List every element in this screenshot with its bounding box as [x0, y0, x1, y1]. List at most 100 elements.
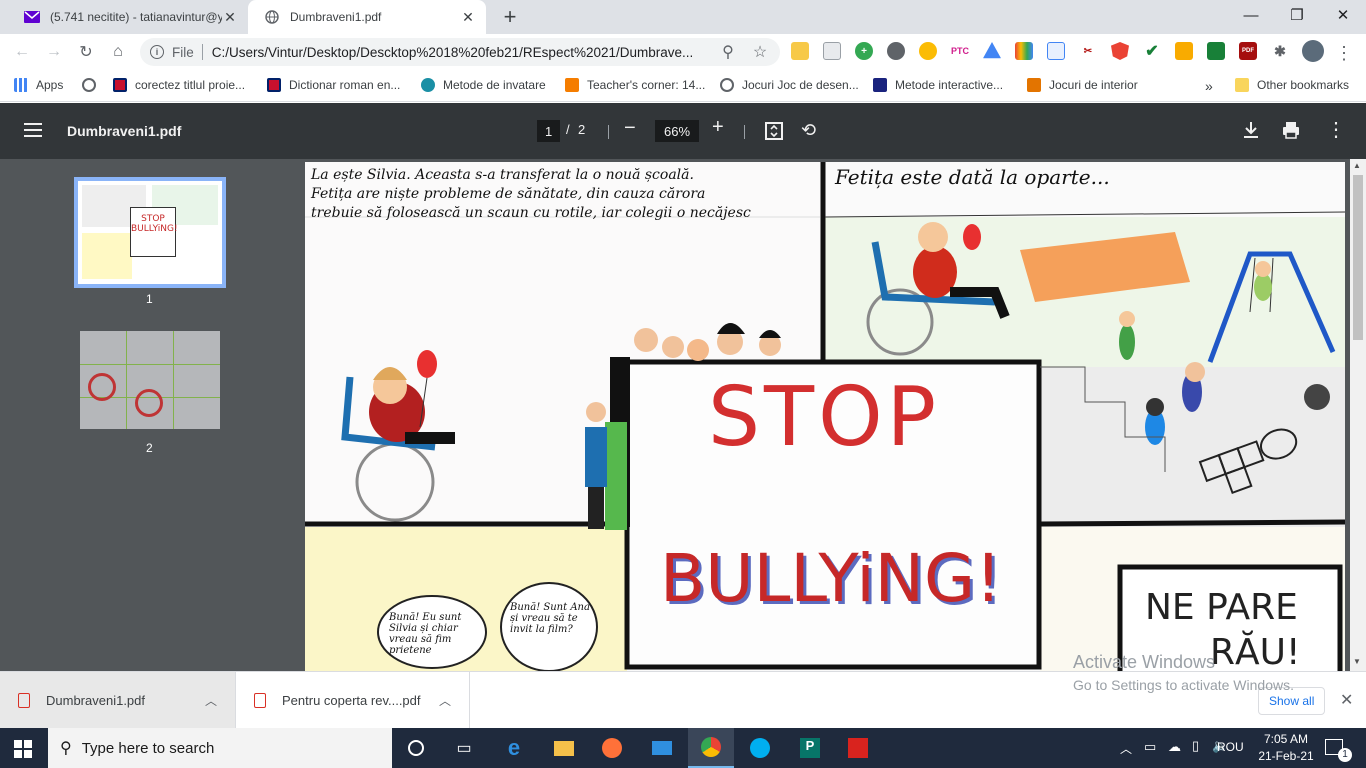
sheet-extension-icon[interactable]: [1207, 42, 1225, 60]
plus-extension-icon[interactable]: +: [855, 42, 873, 60]
file-explorer-icon[interactable]: [550, 734, 578, 762]
cortana-icon[interactable]: [402, 734, 430, 762]
browser-toolbar: ← → ↻ ⌂ i File C:/Users/Vintur/Desktop/D…: [0, 34, 1366, 70]
zoom-icon[interactable]: ⚲: [716, 40, 740, 64]
info-icon[interactable]: i: [150, 45, 164, 59]
thumbnail-label: 1: [146, 292, 153, 306]
check-extension-icon[interactable]: ✔: [1143, 42, 1161, 60]
clock-extension-icon[interactable]: [919, 42, 937, 60]
publisher-icon[interactable]: P: [796, 734, 824, 762]
bookmark-apps[interactable]: Apps: [14, 78, 63, 92]
more-options-icon[interactable]: ⋮: [1326, 117, 1346, 142]
download-item[interactable]: Dumbraveni1.pdf ︿: [0, 672, 236, 729]
battery-icon[interactable]: ▭: [1144, 739, 1156, 755]
mail-icon[interactable]: [648, 734, 676, 762]
zoom-level-input[interactable]: 66%: [655, 120, 699, 142]
chrome-taskbar-item[interactable]: [688, 728, 734, 768]
clock-date[interactable]: 21-Feb-21: [1254, 749, 1318, 763]
back-button[interactable]: ←: [10, 40, 34, 64]
thumbnail-page-1[interactable]: STOP BULLYiNG!: [74, 177, 226, 288]
menu-dots-icon[interactable]: ⋮: [1332, 41, 1356, 65]
rotate-icon[interactable]: ⟲: [801, 120, 816, 141]
chrome-icon: [701, 737, 721, 757]
stop-text: STOP: [708, 370, 941, 465]
globe-icon: [264, 9, 280, 25]
color-extension-icon[interactable]: [1015, 42, 1033, 60]
print-icon[interactable]: [1282, 121, 1300, 142]
zoom-out-button[interactable]: −: [624, 117, 636, 140]
scroll-thumb[interactable]: [1353, 175, 1363, 340]
tray-chevron-icon[interactable]: ︿: [1120, 740, 1132, 757]
bookmark-globe[interactable]: [82, 78, 96, 92]
other-bookmarks[interactable]: Other bookmarks: [1235, 78, 1349, 92]
firefox-icon[interactable]: [598, 734, 626, 762]
puzzle-extensions-icon[interactable]: ✱: [1271, 42, 1289, 60]
thumbnail-sidebar: STOP BULLYiNG! 1 2: [0, 159, 300, 671]
chevron-up-icon[interactable]: ︿: [205, 692, 217, 709]
task-view-icon[interactable]: ▭: [450, 734, 478, 762]
zoom-in-button[interactable]: +: [712, 116, 724, 139]
bookmark-4[interactable]: Teacher's corner: 14...: [565, 78, 705, 92]
bookmark-label: Apps: [36, 78, 64, 92]
globe-icon: [82, 78, 96, 92]
pdf-extension-icon[interactable]: PDF: [1239, 42, 1257, 60]
clock-time[interactable]: 7:05 AM: [1256, 732, 1316, 746]
profile-avatar[interactable]: [1302, 40, 1324, 62]
close-tab-icon[interactable]: ✕: [460, 9, 476, 26]
acrobat-icon[interactable]: [844, 734, 872, 762]
chevron-up-icon[interactable]: ︿: [439, 692, 451, 709]
reader-extension-icon[interactable]: [823, 42, 841, 60]
divider: [201, 44, 203, 60]
bookmark-star-icon[interactable]: ☆: [748, 40, 772, 64]
close-window-button[interactable]: ✕: [1320, 0, 1366, 30]
cloud-icon[interactable]: ☁: [1168, 739, 1181, 755]
pdf-title: Dumbraveni1.pdf: [67, 123, 182, 139]
scissors-extension-icon[interactable]: ✂: [1079, 42, 1097, 60]
bookmark-1[interactable]: corectez titlul proie...: [113, 78, 245, 92]
bookmark-5[interactable]: Jocuri Joc de desen...: [720, 78, 859, 92]
home-button[interactable]: ⌂: [106, 40, 130, 64]
scrollbar[interactable]: ▲ ▼: [1350, 159, 1366, 671]
caption-line: trebuie să folosească un scaun cu rotile…: [311, 205, 751, 221]
new-tab-button[interactable]: +: [498, 4, 522, 30]
close-tab-icon[interactable]: ✕: [222, 9, 238, 26]
restore-button[interactable]: ❐: [1274, 0, 1320, 30]
forward-button[interactable]: →: [42, 40, 66, 64]
thumbnail-page-2[interactable]: [80, 331, 220, 429]
network-icon[interactable]: ▯: [1192, 738, 1199, 754]
bookmark-7[interactable]: Jocuri de interior: [1027, 78, 1138, 92]
bookmark-2[interactable]: Dictionar roman en...: [267, 78, 400, 92]
download-item[interactable]: Pentru coperta rev....pdf ︿: [236, 672, 470, 729]
download-icon[interactable]: [1243, 121, 1259, 142]
skype-icon[interactable]: [746, 734, 774, 762]
scroll-down-icon[interactable]: ▼: [1353, 657, 1361, 666]
circle-extension-icon[interactable]: [887, 42, 905, 60]
address-bar[interactable]: i File C:/Users/Vintur/Desktop/Descktop%…: [140, 38, 780, 66]
windows-start-icon[interactable]: [14, 740, 32, 761]
minimize-button[interactable]: —: [1228, 0, 1274, 30]
more-bookmarks-button[interactable]: »: [1205, 78, 1213, 94]
shield-extension-icon[interactable]: [1047, 42, 1065, 60]
bookmark-6[interactable]: Metode interactive...: [873, 78, 1003, 92]
reload-button[interactable]: ↻: [74, 40, 98, 64]
thumbs-up-extension-icon[interactable]: [791, 42, 809, 60]
blogger-icon: [565, 78, 579, 92]
scroll-up-icon[interactable]: ▲: [1353, 161, 1361, 170]
sidebar-menu-icon[interactable]: [24, 123, 42, 137]
taskbar-search-box[interactable]: ⚲ Type here to search: [48, 728, 392, 768]
pdf-file-icon: [254, 693, 266, 708]
bookmark-3[interactable]: Metode de invatare: [421, 78, 546, 92]
download-filename: Pentru coperta rev....pdf: [282, 693, 421, 708]
page-number-input[interactable]: 1: [537, 120, 561, 142]
language-indicator[interactable]: ROU: [1217, 740, 1244, 754]
ptc-extension-icon[interactable]: PTC: [951, 42, 969, 60]
edge-icon[interactable]: e: [500, 734, 528, 762]
fit-page-icon[interactable]: [765, 122, 783, 143]
tab-pdf[interactable]: Dumbraveni1.pdf ✕: [248, 0, 486, 34]
grid-extension-icon[interactable]: [1175, 42, 1193, 60]
url-text[interactable]: C:/Users/Vintur/Desktop/Descktop%2018%20…: [212, 45, 712, 60]
close-download-bar-icon[interactable]: ✕: [1340, 690, 1353, 710]
pdf-viewer[interactable]: La ește Silvia. Aceasta s-a transferat l…: [300, 159, 1350, 671]
tab-yahoo-mail[interactable]: (5.741 necitite) - tatianavintur@y ✕: [8, 0, 248, 34]
globe-icon: [720, 78, 734, 92]
